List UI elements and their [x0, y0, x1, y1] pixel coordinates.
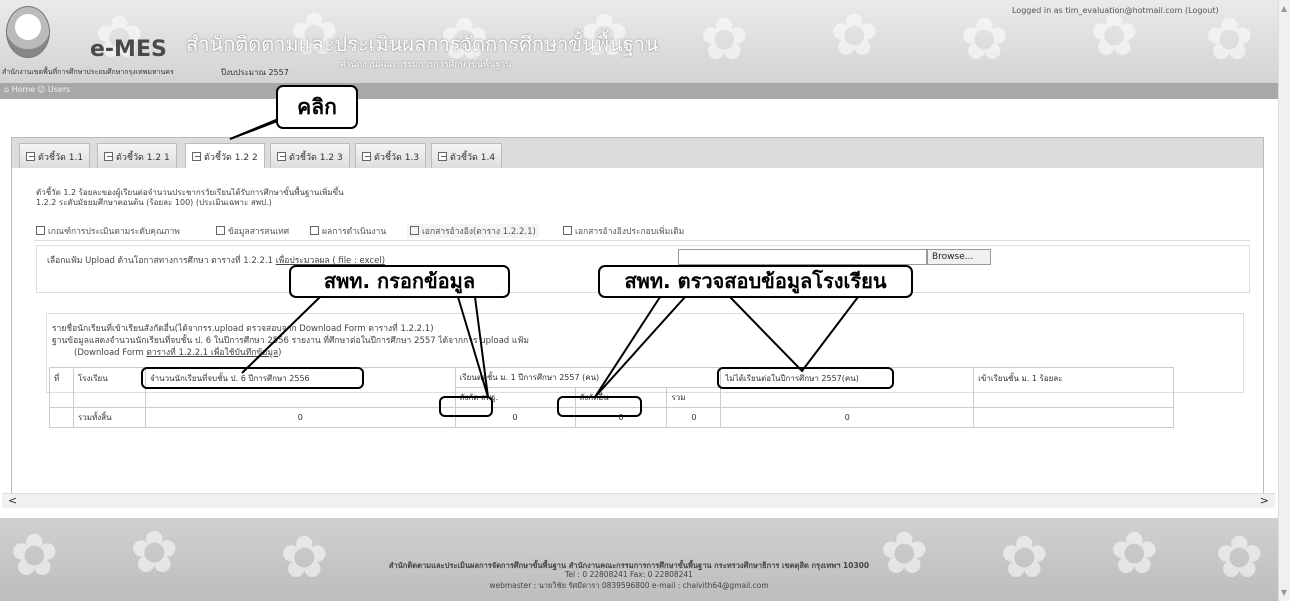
- download-form-link[interactable]: ตารางที่ 1.2.2.1 เพื่อใช้บันทึกข้อมูล: [146, 348, 278, 358]
- budget-year: ปีงบประมาณ 2557: [221, 68, 289, 77]
- site-logo[interactable]: e-MES: [90, 37, 167, 62]
- indicator-title-line2: 1.2.2 ระดับมัธยมศึกษาตอนต้น (ร้อยละ 100)…: [36, 198, 272, 207]
- edit-icon: [410, 226, 419, 235]
- total-label: รวมทั้งสิ้น: [72, 407, 146, 428]
- footer-webmaster: webmaster : นายวิชัย รัศมีดารา 083959680…: [489, 581, 769, 590]
- edit-icon: [438, 152, 447, 161]
- top-nav: ⌂ Home ☺ Users: [0, 83, 1278, 99]
- indicator-title: ตัวชี้วัด 1.2 ร้อยละของผู้เรียนต่อจำนวนป…: [36, 188, 344, 208]
- scroll-right-icon[interactable]: >: [1260, 494, 1269, 507]
- tab-indicator-1-2-1[interactable]: ตัวชี้วัด 1.2 1: [97, 143, 177, 168]
- scroll-up-icon[interactable]: ▲: [1281, 4, 1287, 13]
- tab-indicator-1-1[interactable]: ตัวชี้วัด 1.1: [19, 143, 91, 168]
- flower-decoration-icon: ✿: [960, 5, 1009, 73]
- edit-icon: [216, 226, 225, 235]
- subtab-criteria[interactable]: เกณฑ์การประเมินตามระดับคุณภาพ: [36, 224, 180, 238]
- file-path-input[interactable]: [678, 249, 927, 265]
- subtab-label: ผลการดำเนินงาน: [322, 227, 387, 237]
- callout-click: คลิก: [276, 85, 358, 129]
- edit-icon: [192, 152, 201, 161]
- flower-decoration-icon: ✿: [1205, 5, 1254, 73]
- total-not-continued: 0: [720, 407, 975, 428]
- scroll-down-icon[interactable]: ▼: [1281, 588, 1287, 597]
- tab-indicator-1-4[interactable]: ตัวชี้วัด 1.4: [431, 143, 503, 168]
- table-cell: [49, 407, 74, 428]
- col-header-continued: เรียนต่อชั้น ม. 1 ปีการศึกษา 2557 (คน): [454, 367, 722, 388]
- agency-name: สำนักงานเขตพื้นที่การศึกษาประถมศึกษากรุง…: [2, 68, 174, 76]
- edit-icon: [104, 152, 113, 161]
- highlight-not-continued: [717, 367, 894, 389]
- flower-decoration-icon: ✿: [700, 5, 749, 73]
- indicator-title-line1: ตัวชี้วัด 1.2 ร้อยละของผู้เรียนต่อจำนวนป…: [36, 188, 344, 197]
- edit-icon: [26, 152, 35, 161]
- edit-icon: [563, 226, 572, 235]
- subtab-label: เอกสารอ้างอิงประกอบเพิ่มเติม: [575, 227, 685, 237]
- tab-label: ตัวชี้วัด 1.1: [38, 153, 84, 163]
- highlight-other: [557, 396, 642, 417]
- users-label: Users: [47, 85, 71, 94]
- callout-check-school-data: สพท. ตรวจสอบข้อมูลโรงเรียน: [598, 265, 913, 298]
- edit-icon: [310, 226, 319, 235]
- highlight-obec: [439, 396, 493, 417]
- vertical-scrollbar[interactable]: ▲ ▼: [1278, 0, 1290, 601]
- subtab-label: เกณฑ์การประเมินตามระดับคุณภาพ: [48, 227, 180, 237]
- site-footer: ✿ ✿ ✿ ✿ ✿ ✿ ✿ สำนักติดตามและประเมินผลการ…: [0, 518, 1278, 601]
- col-header-no: ที่: [49, 367, 74, 408]
- total-graduates: 0: [144, 407, 456, 428]
- browse-button[interactable]: Browse...: [927, 249, 991, 265]
- total-percent: [973, 407, 1174, 428]
- col-header-school: โรงเรียน: [72, 367, 146, 408]
- office-title: สำนักติดตามและประเมินผลการจัดการศึกษาขั้…: [186, 32, 659, 56]
- office-subtitle: สำนักงานคณะกรรมการการศึกษาขั้นพื้นฐาน: [340, 60, 512, 70]
- ministry-emblem-icon: [6, 6, 50, 58]
- users-link[interactable]: ☺ Users: [37, 85, 70, 94]
- callout-fill-data: สพท. กรอกข้อมูล: [289, 265, 510, 298]
- total-sum: 0: [666, 407, 722, 428]
- subtab-results[interactable]: ผลการดำเนินงาน: [310, 224, 386, 238]
- tab-indicator-1-2-3[interactable]: ตัวชี้วัด 1.2 3: [270, 143, 350, 168]
- report-line-3: (Download Form ตารางที่ 1.2.2.1 เพื่อใช้…: [74, 345, 281, 359]
- tab-label: ตัวชี้วัด 1.2 2: [204, 153, 258, 163]
- highlight-graduates: [141, 367, 364, 389]
- edit-icon: [36, 226, 45, 235]
- subtab-label: ข้อมูลสารสนเทศ: [228, 227, 290, 237]
- edit-icon: [277, 152, 286, 161]
- subtab-reference-table[interactable]: เอกสารอ้างอิง(ตาราง 1.2.2.1): [407, 224, 539, 238]
- site-header: ✿ ✿ ✿ ✿ ✿ ✿ ✿ ✿ ✿ e-MES สำนักติดตามและปร…: [0, 0, 1278, 83]
- col-header-sum: รวม: [666, 387, 722, 408]
- download-suffix: ): [278, 348, 282, 358]
- logged-in-status[interactable]: Logged in as tim_evaluation@hotmail.com …: [1012, 6, 1219, 15]
- tab-label: ตัวชี้วัด 1.2 1: [116, 153, 170, 163]
- col-header-percent: เข้าเรียนชั้น ม. 1 ร้อยละ: [973, 367, 1174, 408]
- subtab-information[interactable]: ข้อมูลสารสนเทศ: [216, 224, 289, 238]
- home-link[interactable]: ⌂ Home: [4, 85, 35, 94]
- home-icon: ⌂: [4, 85, 10, 94]
- users-icon: ☺: [37, 85, 46, 94]
- download-prefix: (Download Form: [74, 348, 147, 358]
- subtab-label: เอกสารอ้างอิง(ตาราง 1.2.2.1): [422, 227, 536, 237]
- horizontal-scrollbar[interactable]: < >: [2, 493, 1275, 508]
- edit-icon: [362, 152, 371, 161]
- flower-decoration-icon: ✿: [830, 1, 879, 69]
- scroll-left-icon[interactable]: <: [8, 494, 17, 507]
- tab-indicator-1-2-2[interactable]: ตัวชี้วัด 1.2 2: [185, 143, 265, 169]
- tab-indicator-1-3[interactable]: ตัวชี้วัด 1.3: [355, 143, 427, 168]
- tab-label: ตัวชี้วัด 1.3: [374, 153, 420, 163]
- footer-phone: Tel : 0 22808241 Fax: 0 22808241: [565, 570, 693, 579]
- upload-label-text: เลือกแฟ้ม Upload ด้านโอกาสทางการศึกษา ตา…: [47, 256, 273, 266]
- tab-label: ตัวชี้วัด 1.4: [450, 153, 496, 163]
- subtab-additional-reference[interactable]: เอกสารอ้างอิงประกอบเพิ่มเติม: [563, 224, 684, 238]
- home-label: Home: [11, 85, 36, 94]
- tab-label: ตัวชี้วัด 1.2 3: [289, 153, 343, 163]
